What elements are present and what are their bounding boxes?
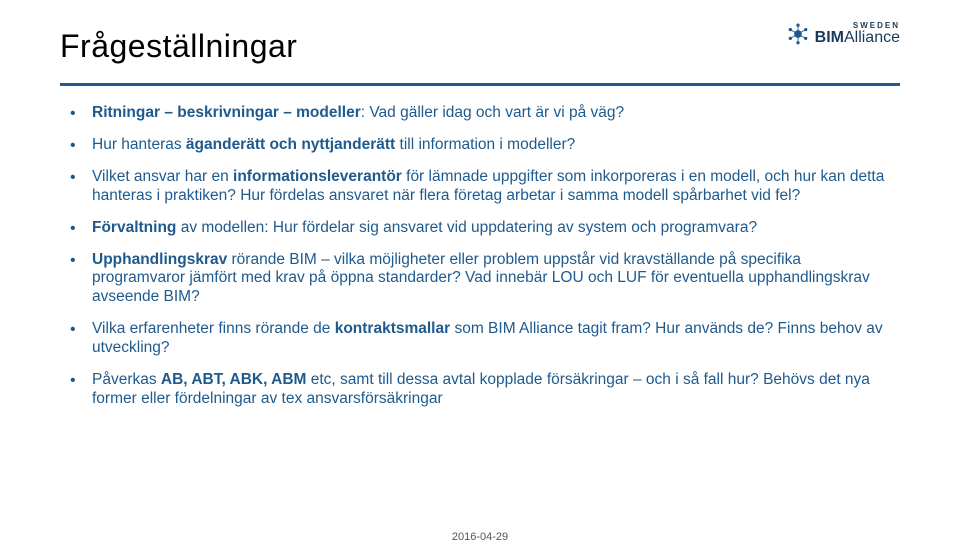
page-title: Frågeställningar (60, 28, 297, 65)
footer-date: 2016-04-29 (0, 531, 960, 543)
logo-brand-label: BIMAlliance (815, 30, 900, 46)
bullet-item: Hur hanteras äganderätt och nyttjanderät… (92, 136, 900, 155)
bullet-list: Ritningar – beskrivningar – modeller: Va… (60, 104, 900, 409)
bullet-item: Ritningar – beskrivningar – modeller: Va… (92, 104, 900, 123)
bullet-item: Förvaltning av modellen: Hur fördelar si… (92, 219, 900, 238)
bullet-item: Påverkas AB, ABT, ABK, ABM etc, samt til… (92, 371, 900, 409)
title-divider (60, 83, 900, 86)
brand-logo: SWEDEN BIMAlliance (787, 22, 900, 46)
alliance-icon (787, 23, 809, 45)
header-row: Frågeställningar (60, 28, 900, 65)
bullet-item: Vilket ansvar har en informationsleveran… (92, 168, 900, 206)
slide: Frågeställningar (0, 0, 960, 553)
bullet-item: Upphandlingskrav rörande BIM – vilka möj… (92, 251, 900, 308)
bullet-item: Vilka erfarenheter finns rörande de kont… (92, 320, 900, 358)
